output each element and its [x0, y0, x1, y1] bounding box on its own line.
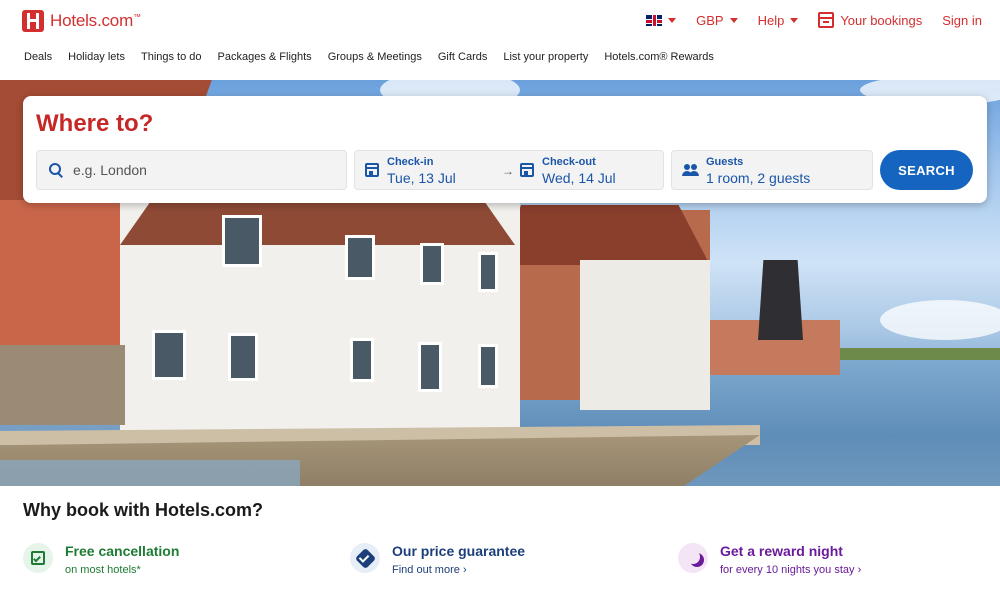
hotels-logo[interactable]: Hotels.com™ — [22, 10, 141, 32]
windmill — [758, 260, 803, 340]
nav-item-groups-meetings[interactable]: Groups & Meetings — [328, 51, 422, 63]
calendar-icon — [818, 12, 835, 28]
currency-selector[interactable]: GBP — [696, 12, 738, 28]
top-bar: Hotels.com™ GBP Help Your bookings Sign … — [0, 0, 1000, 44]
header-actions: GBP Help Your bookings Sign in — [626, 12, 982, 28]
calendar-icon — [365, 163, 379, 177]
checkin-label: Check-in — [387, 156, 434, 168]
your-bookings-link[interactable]: Your bookings — [818, 12, 922, 28]
brand-name: Hotels.com™ — [50, 11, 141, 30]
feature-free-cancellation: Free cancellation on most hotels* — [23, 543, 179, 576]
shield-check-icon — [350, 543, 380, 573]
nav-item-rewards[interactable]: Hotels.com® Rewards — [604, 51, 714, 63]
sign-in-label: Sign in — [942, 12, 982, 28]
guests-value: 1 room, 2 guests — [706, 170, 811, 186]
chevron-right-icon: › — [857, 564, 862, 576]
window — [350, 338, 374, 382]
why-book-heading: Why book with Hotels.com? — [23, 500, 264, 520]
checkout-field[interactable]: Check-out Wed, 14 Jul — [510, 151, 665, 189]
reward-link[interactable]: for every 10 nights you stay › — [720, 564, 861, 576]
flooded-path — [0, 460, 300, 486]
destination-input[interactable] — [73, 162, 313, 178]
chevron-down-icon — [729, 17, 738, 23]
guests-field[interactable]: Guests 1 room, 2 guests — [671, 150, 873, 190]
window — [345, 235, 375, 280]
dates-field: Check-in Tue, 13 Jul → Check-out Wed, 14… — [354, 150, 664, 190]
find-out-more-link[interactable]: Find out more › — [392, 564, 525, 576]
pub-building — [580, 260, 710, 410]
nav-item-holiday-lets[interactable]: Holiday lets — [68, 51, 125, 63]
checkin-field[interactable]: Check-in Tue, 13 Jul — [355, 151, 505, 189]
window — [478, 252, 498, 292]
moon-icon — [678, 543, 708, 573]
chevron-right-icon: › — [462, 564, 467, 576]
help-menu[interactable]: Help — [758, 13, 799, 28]
currency-label: GBP — [696, 12, 724, 28]
window — [420, 243, 444, 285]
search-panel: Where to? Check-in Tue, 13 Jul → Check-o… — [23, 96, 987, 203]
search-button[interactable]: SEARCH — [880, 150, 973, 190]
guests-content: Guests 1 room, 2 guests — [672, 151, 810, 189]
guests-label: Guests — [706, 156, 744, 168]
nav-item-things-to-do[interactable]: Things to do — [141, 51, 202, 63]
language-selector[interactable] — [646, 14, 677, 26]
window — [418, 342, 442, 392]
calendar-icon — [520, 163, 534, 177]
nav-item-deals[interactable]: Deals — [24, 51, 52, 63]
window — [228, 333, 258, 381]
your-bookings-label: Your bookings — [840, 12, 923, 28]
search-title: Where to? — [36, 110, 154, 137]
nav-item-gift-cards[interactable]: Gift Cards — [438, 51, 488, 63]
main-nav: Deals Holiday lets Things to do Packages… — [24, 51, 714, 63]
checkout-value: Wed, 14 Jul — [542, 170, 616, 186]
brick-roof — [500, 205, 710, 265]
destination-field[interactable] — [36, 150, 347, 190]
search-icon — [49, 163, 63, 177]
uk-flag-icon — [646, 14, 663, 26]
feature-title: Get a reward night — [720, 543, 843, 559]
far-shoreline — [840, 348, 1000, 360]
feature-title: Our price guarantee — [392, 543, 526, 559]
sign-in-link[interactable]: Sign in — [942, 13, 982, 28]
cottage-roof — [120, 200, 515, 245]
feature-price-guarantee: Our price guarantee Find out more › — [350, 543, 525, 576]
calendar-check-icon — [23, 543, 53, 573]
checkout-label: Check-out — [542, 156, 596, 168]
chevron-down-icon — [790, 17, 799, 23]
hotels-logo-icon — [22, 10, 44, 32]
nav-item-list-property[interactable]: List your property — [503, 51, 588, 63]
nav-item-packages-flights[interactable]: Packages & Flights — [218, 51, 312, 63]
help-label: Help — [757, 12, 785, 28]
feature-reward-night: Get a reward night for every 10 nights y… — [678, 543, 861, 576]
feature-title: Free cancellation — [65, 543, 180, 559]
chevron-down-icon — [668, 17, 677, 23]
feature-subtitle: on most hotels* — [65, 564, 141, 576]
window — [152, 330, 186, 380]
stone-wall — [0, 345, 125, 425]
window — [478, 344, 498, 388]
cloud — [880, 300, 1000, 340]
checkin-value: Tue, 13 Jul — [387, 170, 456, 186]
window — [222, 215, 262, 267]
